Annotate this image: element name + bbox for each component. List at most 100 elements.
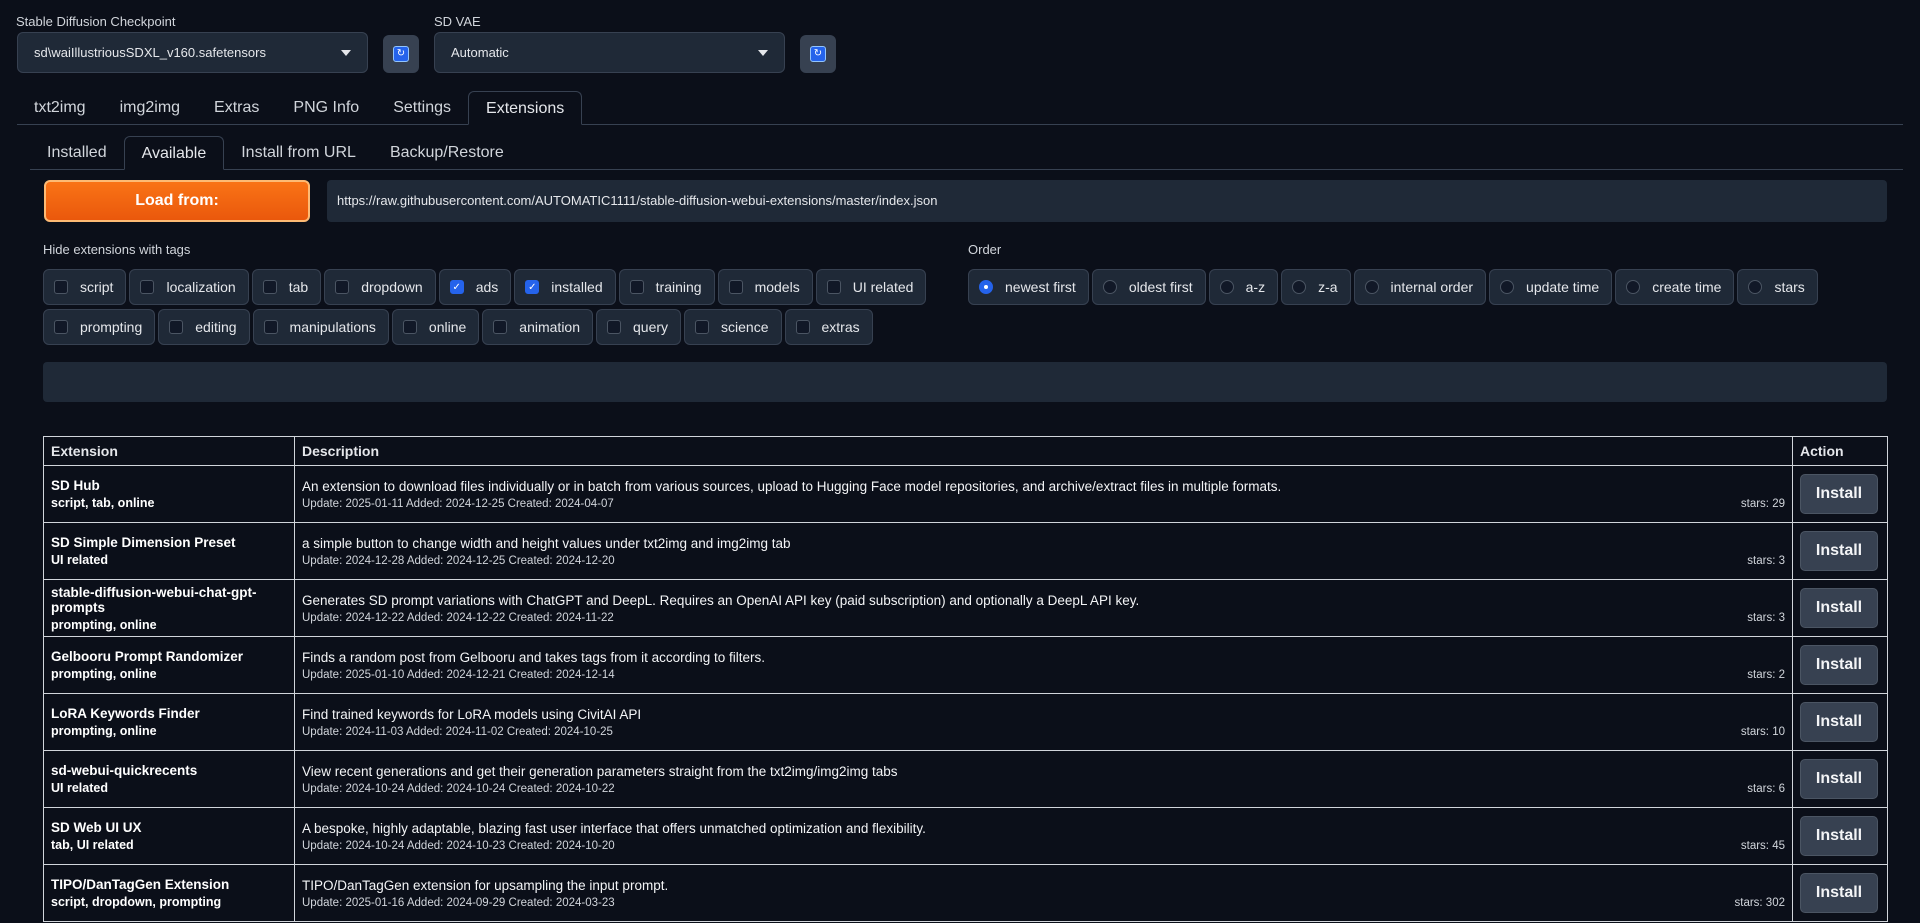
extension-meta: Update: 2024-10-24 Added: 2024-10-24 Cre… (302, 783, 1785, 795)
extension-stars: stars: 3 (1747, 611, 1785, 624)
checkbox-icon[interactable] (607, 320, 621, 334)
extension-name[interactable]: TIPO/DanTagGen Extension (51, 877, 287, 892)
radio-icon[interactable] (1364, 280, 1379, 294)
subtab-available[interactable]: Available (123, 136, 225, 170)
tag-checkbox-ads[interactable]: ✓ ads (438, 269, 512, 305)
install-button[interactable]: Install (1800, 588, 1878, 628)
action-cell: Install (1792, 579, 1888, 637)
install-button[interactable]: Install (1800, 474, 1878, 514)
description-cell: View recent generations and get their ge… (294, 750, 1793, 808)
install-button[interactable]: Install (1800, 873, 1878, 913)
install-button[interactable]: Install (1800, 645, 1878, 685)
order-radio-stars[interactable]: stars (1737, 269, 1818, 305)
vae-refresh-button[interactable]: ↻ (800, 35, 836, 73)
search-input[interactable] (43, 362, 1887, 402)
tag-checkbox-script[interactable]: script (43, 269, 127, 305)
checkbox-icon[interactable] (826, 280, 841, 294)
radio-icon[interactable] (1626, 280, 1641, 294)
tab-png-info[interactable]: PNG Info (276, 91, 376, 125)
install-button[interactable]: Install (1800, 531, 1878, 571)
order-radio-update-time[interactable]: update time (1489, 269, 1613, 305)
install-button[interactable]: Install (1800, 759, 1878, 799)
radio-selected-icon[interactable] (979, 280, 993, 294)
tab-settings[interactable]: Settings (376, 91, 468, 125)
tag-label: extras (821, 319, 860, 335)
tag-checkbox-science[interactable]: science (684, 309, 782, 345)
radio-icon[interactable] (1102, 280, 1117, 294)
checkbox-icon[interactable] (402, 320, 417, 334)
radio-icon[interactable] (1219, 280, 1234, 294)
checkbox-icon[interactable] (263, 320, 278, 334)
tag-checkbox-query[interactable]: query (596, 309, 682, 345)
radio-icon[interactable] (1500, 280, 1515, 294)
radio-icon[interactable] (1292, 280, 1307, 294)
checkbox-checked-icon[interactable]: ✓ (525, 280, 540, 294)
table-row: LoRA Keywords Finder prompting, online Fin… (43, 693, 1888, 751)
checkbox-icon[interactable] (493, 320, 508, 334)
order-label: internal order (1390, 279, 1474, 295)
order-radio-z-a[interactable]: z-a (1281, 269, 1351, 305)
subtab-install-from-url[interactable]: Install from URL (224, 136, 373, 170)
order-radio-create-time[interactable]: create time (1615, 269, 1735, 305)
subtab-installed[interactable]: Installed (30, 136, 124, 170)
checkbox-icon[interactable] (140, 280, 155, 294)
checkbox-icon[interactable] (629, 280, 644, 294)
extension-name[interactable]: stable-diffusion-webui-chat-gpt-prompts (51, 585, 287, 615)
tag-checkbox-dropdown[interactable]: dropdown (324, 269, 436, 305)
refresh-icon: ↻ (393, 46, 409, 62)
checkbox-icon[interactable] (54, 320, 68, 334)
index-url-input[interactable]: https://raw.githubusercontent.com/AUTOMA… (327, 180, 1887, 222)
load-from-button[interactable]: Load from: (44, 180, 310, 222)
extension-name[interactable]: Gelbooru Prompt Randomizer (51, 649, 287, 664)
order-radio-newest-first[interactable]: newest first (968, 269, 1089, 305)
order-label: oldest first (1128, 279, 1193, 295)
tag-checkbox-tab[interactable]: tab (251, 269, 322, 305)
tab-extras[interactable]: Extras (197, 91, 276, 125)
checkbox-icon[interactable] (695, 320, 710, 334)
checkbox-checked-icon[interactable]: ✓ (449, 280, 464, 294)
tab-img2img[interactable]: img2img (103, 91, 197, 125)
checkbox-icon[interactable] (795, 320, 810, 334)
checkpoint-dropdown[interactable]: sd\waiIllustriousSDXL_v160.safetensors (17, 32, 368, 73)
order-radio-oldest-first[interactable]: oldest first (1091, 269, 1206, 305)
tag-checkbox-installed[interactable]: ✓ installed (514, 269, 616, 305)
tag-checkbox-online[interactable]: online (391, 309, 480, 345)
tag-label: prompting (80, 319, 143, 335)
radio-icon[interactable] (1748, 280, 1763, 294)
checkbox-icon[interactable] (262, 280, 277, 294)
order-radio-a-z[interactable]: a-z (1208, 269, 1279, 305)
tag-checkbox-manipulations[interactable]: manipulations (252, 309, 389, 345)
extension-tags: prompting, online (51, 667, 157, 681)
extension-name[interactable]: SD Web UI UX (51, 820, 287, 835)
order-radio-internal-order[interactable]: internal order (1353, 269, 1487, 305)
extension-stars: stars: 29 (1740, 497, 1785, 510)
tag-checkbox-editing[interactable]: editing (158, 309, 250, 345)
checkpoint-refresh-button[interactable]: ↻ (383, 35, 419, 73)
tag-checkbox-animation[interactable]: animation (482, 309, 593, 345)
tab-extensions[interactable]: Extensions (468, 91, 583, 125)
tag-checkbox-extras[interactable]: extras (784, 309, 873, 345)
tag-checkbox-ui-related[interactable]: UI related (815, 269, 927, 305)
tag-checkbox-models[interactable]: models (717, 269, 813, 305)
refresh-icon: ↻ (810, 46, 826, 62)
table-row: stable-diffusion-webui-chat-gpt-prompts p… (43, 579, 1888, 637)
tag-checkbox-localization[interactable]: localization (129, 269, 249, 305)
subtab-backup-restore[interactable]: Backup/Restore (373, 136, 521, 170)
checkbox-icon[interactable] (335, 280, 350, 294)
checkbox-icon[interactable] (54, 280, 68, 294)
install-button[interactable]: Install (1800, 702, 1878, 742)
tag-checkbox-prompting[interactable]: prompting (43, 309, 156, 345)
tag-checkbox-training[interactable]: training (618, 269, 715, 305)
install-button[interactable]: Install (1800, 816, 1878, 856)
extension-cell: sd-webui-quickrecents UI related (43, 750, 295, 808)
vae-dropdown[interactable]: Automatic (434, 32, 785, 73)
description-cell: Finds a random post from Gelbooru and ta… (294, 636, 1793, 694)
extension-name[interactable]: SD Hub (51, 478, 287, 493)
extension-name[interactable]: SD Simple Dimension Preset (51, 535, 287, 550)
table-header: Extension Description Action (43, 436, 1888, 466)
extension-name[interactable]: sd-webui-quickrecents (51, 763, 287, 778)
checkbox-icon[interactable] (728, 280, 743, 294)
tab-txt2img[interactable]: txt2img (17, 91, 103, 125)
extension-name[interactable]: LoRA Keywords Finder (51, 706, 287, 721)
checkbox-icon[interactable] (169, 320, 184, 334)
